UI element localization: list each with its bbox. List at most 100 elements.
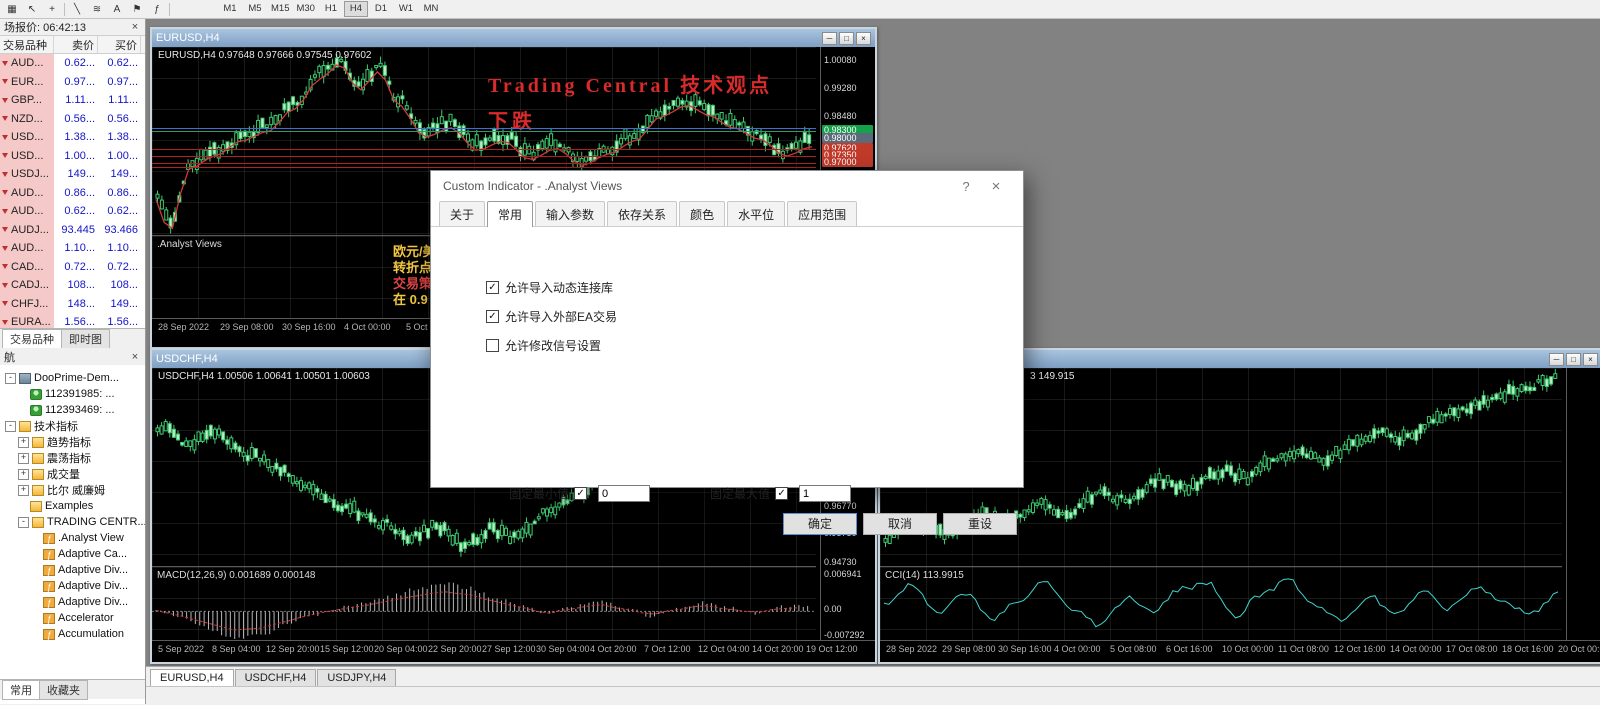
tree-item[interactable]: ƒAdaptive Div...	[0, 562, 145, 578]
market-watch-icon[interactable]: ▦	[4, 2, 20, 17]
fixed-min-input[interactable]	[598, 485, 650, 502]
dialog-tab[interactable]: 应用范围	[787, 201, 857, 226]
close-button[interactable]: ×	[1583, 353, 1598, 366]
tree-item[interactable]: ƒAdaptive Ca...	[0, 546, 145, 562]
indicator-icon[interactable]: ƒ	[149, 2, 165, 17]
tree-item[interactable]: 112391985: ...	[0, 386, 145, 402]
fixed-min-checkbox[interactable]: ✓	[574, 487, 587, 500]
market-watch-row[interactable]: USD...1.00...1.00...	[0, 147, 145, 166]
market-watch-row[interactable]: GBP...1.11...1.11...	[0, 91, 145, 110]
timeframe-mn[interactable]: MN	[419, 1, 443, 17]
market-watch-row[interactable]: AUDJ...93.44593.466	[0, 221, 145, 240]
tree-item[interactable]: Examples	[0, 498, 145, 514]
timeframe-w1[interactable]: W1	[394, 1, 418, 17]
market-watch-row[interactable]: AUD...0.62...0.62...	[0, 202, 145, 221]
tree-item[interactable]: ƒAccelerator	[0, 610, 145, 626]
dialog-button-1[interactable]: 确定	[783, 513, 857, 535]
minimize-button[interactable]: ─	[822, 32, 837, 45]
tree-item[interactable]: ƒAccumulation	[0, 626, 145, 642]
tree-expander-icon[interactable]: +	[18, 469, 29, 480]
trendline-icon[interactable]: ╲	[69, 2, 85, 17]
cci-subwindow[interactable]: CCI(14) 113.9915	[880, 566, 1562, 641]
market-watch-row[interactable]: AUD...0.86...0.86...	[0, 184, 145, 203]
fixed-max-checkbox[interactable]: ✓	[775, 487, 788, 500]
dialog-button-3[interactable]: 重设	[943, 513, 1017, 535]
tree-expander-icon[interactable]: +	[18, 485, 29, 496]
channel-icon[interactable]: ≋	[89, 2, 105, 17]
dialog-tab[interactable]: 依存关系	[607, 201, 677, 226]
timeframe-m1[interactable]: M1	[218, 1, 242, 17]
tree-item[interactable]: 112393469: ...	[0, 402, 145, 418]
column-header[interactable]: 买价	[98, 36, 141, 53]
tree-expander-icon[interactable]: +	[18, 453, 29, 464]
timeframe-h4[interactable]: H4	[344, 1, 368, 17]
text-label-icon[interactable]: A	[109, 2, 125, 17]
tree-expander-icon[interactable]: -	[5, 373, 16, 384]
dialog-tab[interactable]: 输入参数	[535, 201, 605, 226]
market-watch-row[interactable]: USD...1.38...1.38...	[0, 128, 145, 147]
f-icon: ƒ	[43, 549, 55, 560]
tree-expander-icon[interactable]: +	[18, 437, 29, 448]
market-watch-row[interactable]: EUR...0.97...0.97...	[0, 73, 145, 92]
tab-交易品种[interactable]: 交易品种	[2, 329, 62, 349]
column-header[interactable]: 交易品种	[0, 36, 54, 53]
market-watch-row[interactable]: EURA...1.56...1.56...	[0, 313, 145, 328]
navigator-header: 航 ×	[0, 348, 145, 366]
timeframe-m30[interactable]: M30	[293, 1, 317, 17]
dialog-checkbox[interactable]: ✓允许导入外部EA交易	[486, 308, 1023, 324]
dialog-titlebar[interactable]: Custom Indicator - .Analyst Views ? ×	[431, 171, 1023, 201]
chart-tab-usdjpy-h4[interactable]: USDJPY,H4	[317, 669, 396, 686]
market-watch-row[interactable]: CAD...0.72...0.72...	[0, 258, 145, 277]
tree-item[interactable]: +趋势指标	[0, 434, 145, 450]
market-watch-row[interactable]: USDJ...149...149...	[0, 165, 145, 184]
minimize-button[interactable]: ─	[1549, 353, 1564, 366]
tree-item[interactable]: +成交量	[0, 466, 145, 482]
tab-即时图[interactable]: 即时图	[61, 329, 110, 349]
market-watch-row[interactable]: NZD...0.56...0.56...	[0, 110, 145, 129]
tree-item[interactable]: -技术指标	[0, 418, 145, 434]
tree-item[interactable]: ƒ.Analyst View	[0, 530, 145, 546]
dialog-tab[interactable]: 常用	[487, 201, 533, 227]
timeframe-h1[interactable]: H1	[319, 1, 343, 17]
tick-direction-icon	[2, 135, 8, 140]
column-header[interactable]: 卖价	[54, 36, 98, 53]
tab-常用[interactable]: 常用	[2, 680, 40, 700]
maximize-button[interactable]: □	[1566, 353, 1581, 366]
tree-expander-icon[interactable]: -	[18, 517, 29, 528]
cursor-icon[interactable]: ↖	[24, 2, 40, 17]
tree-item[interactable]: ƒAdaptive Div...	[0, 594, 145, 610]
dialog-tab[interactable]: 颜色	[679, 201, 725, 226]
dialog-tab[interactable]: 水平位	[727, 201, 785, 226]
timeframe-m5[interactable]: M5	[243, 1, 267, 17]
timeframe-d1[interactable]: D1	[369, 1, 393, 17]
market-watch-row[interactable]: AUD...1.10...1.10...	[0, 239, 145, 258]
market-watch-row[interactable]: AUD...0.62...0.62...	[0, 54, 145, 73]
maximize-button[interactable]: □	[839, 32, 854, 45]
tree-item[interactable]: -DooPrime-Dem...	[0, 370, 145, 386]
help-icon[interactable]: ?	[951, 179, 981, 194]
close-icon[interactable]: ×	[981, 178, 1011, 195]
tree-expander-icon[interactable]: -	[5, 421, 16, 432]
tab-收藏夹[interactable]: 收藏夹	[39, 680, 88, 700]
fixed-max-input[interactable]	[799, 485, 851, 502]
market-watch-row[interactable]: CHFJ...148...149...	[0, 295, 145, 314]
dialog-tab[interactable]: 关于	[439, 201, 485, 226]
tree-item[interactable]: +震荡指标	[0, 450, 145, 466]
dialog-checkbox[interactable]: ✓允许导入动态连接库	[486, 279, 1023, 295]
chart-tab-eurusd-h4[interactable]: EURUSD,H4	[150, 669, 234, 686]
eurusd-titlebar[interactable]: EURUSD,H4 ─ □ ×	[152, 29, 875, 47]
close-button[interactable]: ×	[856, 32, 871, 45]
crosshair-icon[interactable]: +	[44, 2, 60, 17]
tree-item[interactable]: ƒAdaptive Div...	[0, 578, 145, 594]
chart-tab-usdchf-h4[interactable]: USDCHF,H4	[235, 669, 317, 686]
macd-subwindow[interactable]: MACD(12,26,9) 0.001689 0.000148	[152, 566, 816, 641]
arrow-objects-icon[interactable]: ⚑	[129, 2, 145, 17]
timeframe-m15[interactable]: M15	[268, 1, 292, 17]
tree-item[interactable]: -TRADING CENTR...	[0, 514, 145, 530]
market-watch-close-icon[interactable]: ×	[129, 21, 141, 33]
dialog-button-2[interactable]: 取消	[863, 513, 937, 535]
tree-item[interactable]: +比尔 威廉姆	[0, 482, 145, 498]
navigator-close-icon[interactable]: ×	[129, 351, 141, 363]
dialog-checkbox[interactable]: 允许修改信号设置	[486, 337, 1023, 353]
market-watch-row[interactable]: CADJ...108...108...	[0, 276, 145, 295]
